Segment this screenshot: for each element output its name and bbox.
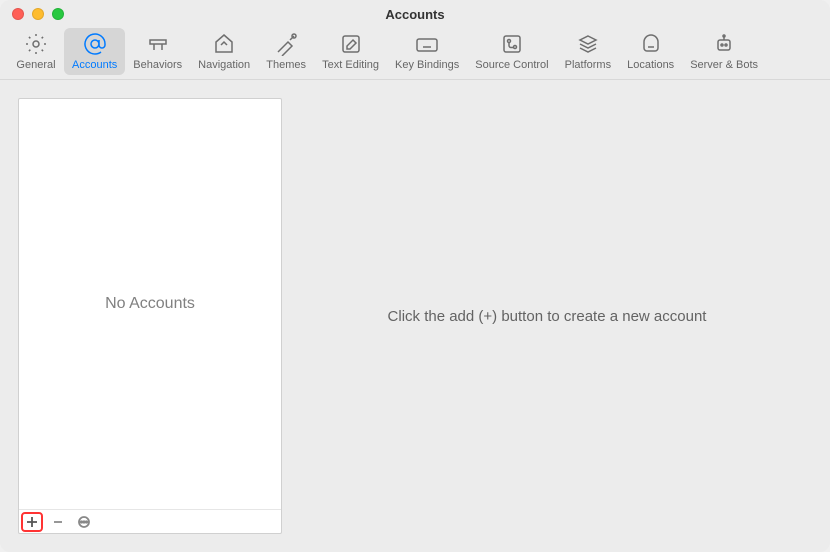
accounts-list: No Accounts: [19, 99, 281, 509]
tab-key-bindings[interactable]: Key Bindings: [387, 28, 467, 75]
tab-label: Text Editing: [322, 59, 379, 71]
tab-label: General: [16, 59, 55, 71]
navigation-icon: [210, 30, 238, 58]
behaviors-icon: [144, 30, 172, 58]
tab-platforms[interactable]: Platforms: [557, 28, 619, 75]
text-editing-icon: [337, 30, 365, 58]
preferences-window: Accounts General Accounts Behaviors Na: [0, 0, 830, 552]
tab-label: Accounts: [72, 59, 117, 71]
toolbar: General Accounts Behaviors Navigation Th: [0, 28, 830, 80]
account-actions-button[interactable]: [73, 512, 95, 532]
titlebar: Accounts: [0, 0, 830, 28]
zoom-button[interactable]: [52, 8, 64, 20]
gear-icon: [22, 30, 50, 58]
main-instruction: Click the add (+) button to create a new…: [388, 308, 707, 325]
tab-server-bots[interactable]: Server & Bots: [682, 28, 766, 75]
tab-behaviors[interactable]: Behaviors: [125, 28, 190, 75]
traffic-lights: [12, 8, 64, 20]
tab-label: Key Bindings: [395, 59, 459, 71]
tab-label: Navigation: [198, 59, 250, 71]
content-area: No Accounts Click the add (+) button to …: [0, 80, 830, 552]
tab-label: Themes: [266, 59, 306, 71]
tab-accounts[interactable]: Accounts: [64, 28, 125, 75]
tab-label: Behaviors: [133, 59, 182, 71]
remove-account-button[interactable]: [47, 512, 69, 532]
tab-navigation[interactable]: Navigation: [190, 28, 258, 75]
tab-label: Source Control: [475, 59, 548, 71]
at-icon: [81, 30, 109, 58]
main-panel: Click the add (+) button to create a new…: [282, 98, 812, 534]
server-bots-icon: [710, 30, 738, 58]
keyboard-icon: [413, 30, 441, 58]
tab-label: Server & Bots: [690, 59, 758, 71]
tab-locations[interactable]: Locations: [619, 28, 682, 75]
minimize-button[interactable]: [32, 8, 44, 20]
sidebar-footer: [19, 509, 281, 533]
add-account-button[interactable]: [21, 512, 43, 532]
window-title: Accounts: [0, 7, 830, 22]
tab-label: Locations: [627, 59, 674, 71]
close-button[interactable]: [12, 8, 24, 20]
tab-label: Platforms: [565, 59, 611, 71]
source-control-icon: [498, 30, 526, 58]
platforms-icon: [574, 30, 602, 58]
accounts-sidebar: No Accounts: [18, 98, 282, 534]
tab-text-editing[interactable]: Text Editing: [314, 28, 387, 75]
tab-themes[interactable]: Themes: [258, 28, 314, 75]
tab-general[interactable]: General: [8, 28, 64, 75]
locations-icon: [637, 30, 665, 58]
tab-source-control[interactable]: Source Control: [467, 28, 556, 75]
empty-state-message: No Accounts: [105, 295, 195, 313]
themes-icon: [272, 30, 300, 58]
